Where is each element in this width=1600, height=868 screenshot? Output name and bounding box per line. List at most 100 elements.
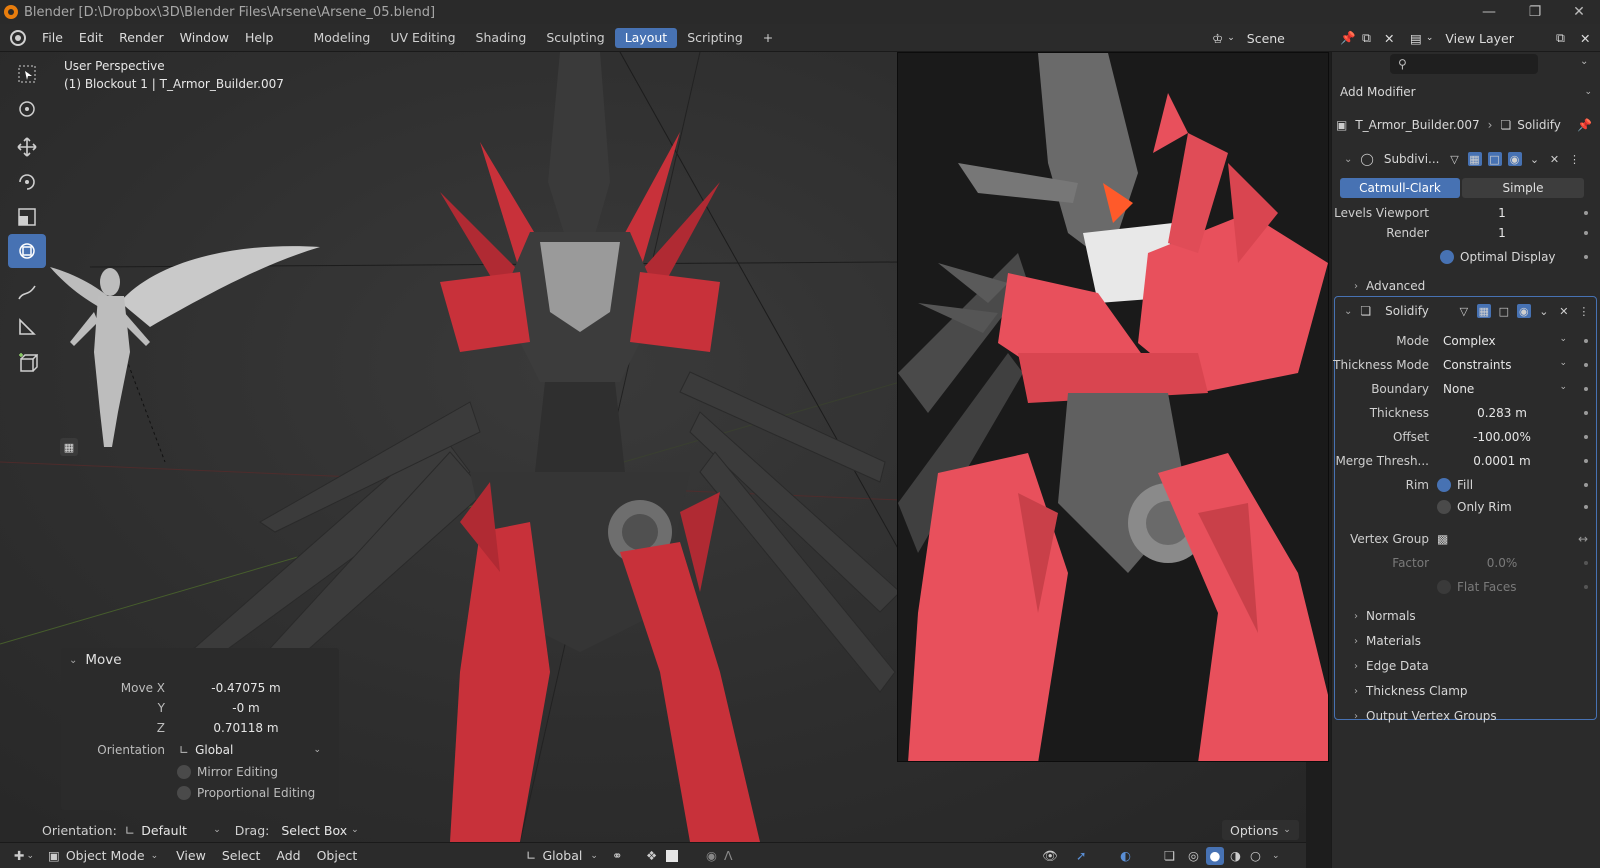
scale-tool[interactable]: [8, 200, 46, 234]
options-dropdown[interactable]: Options ⌄: [1222, 820, 1299, 840]
keyframe-dot-icon[interactable]: [1584, 505, 1588, 509]
reference-image[interactable]: [897, 52, 1329, 762]
render-levels-field[interactable]: 1: [1437, 226, 1567, 240]
levels-viewport-field[interactable]: 1: [1437, 206, 1567, 220]
blender-menu-icon[interactable]: [10, 29, 26, 46]
solidify-modifier-header[interactable]: ⌄ ❏ Solidify ▽ ▦ □ ◉ ⌄ ✕ ⋮: [1336, 300, 1598, 322]
transform-tool[interactable]: [8, 234, 46, 268]
keyframe-dot-icon[interactable]: [1584, 585, 1588, 589]
tab-layout[interactable]: Layout: [614, 27, 678, 48]
move-z-field[interactable]: 0.70118 m: [171, 721, 321, 735]
move-y-field[interactable]: -0 m: [171, 701, 321, 715]
merge-threshold-field[interactable]: 0.0001 m: [1437, 454, 1567, 468]
move-x-field[interactable]: -0.47075 m: [171, 681, 321, 695]
keyframe-dot-icon[interactable]: [1584, 231, 1588, 235]
xray-icon[interactable]: ❏: [1164, 848, 1175, 863]
scene-selector[interactable]: ♔ ⌄ Scene: [1212, 27, 1285, 49]
keyframe-dot-icon[interactable]: [1584, 211, 1588, 215]
pivot-point-icon[interactable]: ⚭: [612, 848, 622, 863]
render-camera-icon[interactable]: ◉: [1516, 304, 1531, 318]
menu-window[interactable]: Window: [172, 27, 237, 49]
chevron-down-icon[interactable]: ⌄: [1580, 56, 1588, 67]
breadcrumb-modifier-name[interactable]: Solidify: [1517, 118, 1561, 132]
breadcrumb-object-name[interactable]: T_Armor_Builder.007: [1355, 118, 1479, 132]
delete-view-layer-icon[interactable]: ✕: [1580, 27, 1590, 49]
proportional-editing-checkbox[interactable]: [177, 786, 191, 800]
snap-icon[interactable]: ❖: [646, 848, 657, 863]
edit-mode-cage-icon[interactable]: ▽: [1448, 152, 1462, 166]
wireframe-shading-icon[interactable]: ◎: [1188, 848, 1199, 863]
falloff-icon[interactable]: Λ: [724, 848, 733, 863]
catmull-clark-button[interactable]: Catmull-Clark: [1340, 178, 1460, 198]
keyframe-dot-icon[interactable]: [1584, 435, 1588, 439]
optimal-display-checkbox[interactable]: [1440, 250, 1454, 264]
add-modifier-dropdown[interactable]: Add Modifier ⌄: [1336, 80, 1598, 104]
close-icon[interactable]: ✕: [1557, 304, 1571, 318]
materials-subpanel[interactable]: › Materials: [1354, 631, 1421, 651]
camera-view-icon[interactable]: ▦: [60, 438, 78, 456]
move-panel-header[interactable]: ⌄ Move: [61, 648, 339, 672]
keyframe-dot-icon[interactable]: [1584, 339, 1588, 343]
annotate-tool[interactable]: [8, 275, 46, 309]
chevron-down-icon[interactable]: ⌄: [1537, 304, 1551, 318]
solidify-modifier-name[interactable]: Solidify: [1385, 304, 1429, 318]
rotate-tool[interactable]: [8, 165, 46, 199]
drag-handle-icon[interactable]: ⋮: [1577, 304, 1591, 318]
new-scene-icon[interactable]: ⧉: [1362, 27, 1371, 49]
delete-scene-icon[interactable]: ✕: [1384, 27, 1394, 49]
rendered-shading-icon[interactable]: ○: [1250, 848, 1261, 863]
simple-button[interactable]: Simple: [1462, 178, 1584, 198]
vertex-group-icon[interactable]: ▩: [1437, 532, 1448, 546]
subdiv-modifier-header[interactable]: ⌄ ◯ Subdivi... ▽ ▦ □ ◉ ⌄ ✕ ⋮: [1336, 148, 1598, 170]
boundary-dropdown[interactable]: None ⌄: [1437, 382, 1567, 396]
tab-shading[interactable]: Shading: [466, 28, 537, 48]
orientation-dropdown[interactable]: ∟ Global ⌄: [171, 743, 321, 757]
menu-file[interactable]: File: [34, 27, 71, 49]
tab-scripting[interactable]: Scripting: [677, 28, 753, 48]
normals-subpanel[interactable]: › Normals: [1354, 606, 1416, 626]
edit-mode-icon[interactable]: ▦: [1467, 152, 1482, 166]
chevron-down-icon[interactable]: ⌄: [1272, 851, 1280, 861]
keyframe-dot-icon[interactable]: [1584, 561, 1588, 565]
view-layer-selector[interactable]: ▤ ⌄ View Layer: [1410, 27, 1514, 49]
flat-faces-checkbox[interactable]: [1437, 580, 1451, 594]
advanced-subpanel[interactable]: › Advanced: [1354, 276, 1425, 296]
footer-drag-dropdown[interactable]: Select Box ⌄: [281, 823, 358, 838]
keyframe-dot-icon[interactable]: [1584, 411, 1588, 415]
pin-icon[interactable]: 📌: [1340, 27, 1356, 49]
drag-handle-icon[interactable]: ⋮: [1568, 152, 1582, 166]
close-window-button[interactable]: ✕: [1556, 0, 1600, 24]
gizmo-icon[interactable]: ➚: [1076, 848, 1086, 863]
menu-view[interactable]: View: [168, 845, 214, 867]
add-cube-tool[interactable]: [8, 346, 46, 380]
offset-field[interactable]: -100.00%: [1437, 430, 1567, 444]
thickness-clamp-subpanel[interactable]: › Thickness Clamp: [1354, 681, 1468, 701]
realtime-display-icon[interactable]: □: [1497, 304, 1511, 318]
proportional-edit-icon[interactable]: ◉: [706, 848, 717, 863]
keyframe-dot-icon[interactable]: [1584, 387, 1588, 391]
render-camera-icon[interactable]: ◉: [1507, 152, 1522, 166]
footer-orientation-dropdown[interactable]: ∟ Default ⌄: [125, 823, 221, 838]
keyframe-dot-icon[interactable]: [1584, 483, 1588, 487]
invert-arrows-icon[interactable]: ↔: [1578, 532, 1588, 546]
pin-icon[interactable]: 📌: [1577, 118, 1592, 132]
solid-shading-icon[interactable]: ●: [1206, 846, 1224, 865]
menu-select[interactable]: Select: [214, 845, 269, 867]
mirror-editing-checkbox[interactable]: [177, 765, 191, 779]
minimize-button[interactable]: —: [1466, 0, 1512, 24]
maximize-button[interactable]: ❐: [1512, 0, 1558, 24]
edit-mode-cage-icon[interactable]: ▽: [1457, 304, 1471, 318]
visibility-icon[interactable]: 👁: [1042, 848, 1058, 864]
menu-edit[interactable]: Edit: [71, 27, 111, 49]
menu-add[interactable]: Add: [268, 845, 308, 867]
keyframe-dot-icon[interactable]: [1584, 255, 1588, 259]
realtime-display-icon[interactable]: □: [1487, 152, 1502, 166]
subdiv-modifier-name[interactable]: Subdivi...: [1384, 152, 1440, 166]
keyframe-dot-icon[interactable]: [1584, 363, 1588, 367]
add-workspace-button[interactable]: +: [753, 28, 783, 48]
only-rim-checkbox[interactable]: [1437, 500, 1451, 514]
measure-tool[interactable]: [8, 310, 46, 344]
edge-data-subpanel[interactable]: › Edge Data: [1354, 656, 1429, 676]
thickness-mode-dropdown[interactable]: Constraints ⌄: [1437, 358, 1567, 372]
material-shading-icon[interactable]: ◑: [1230, 848, 1241, 863]
